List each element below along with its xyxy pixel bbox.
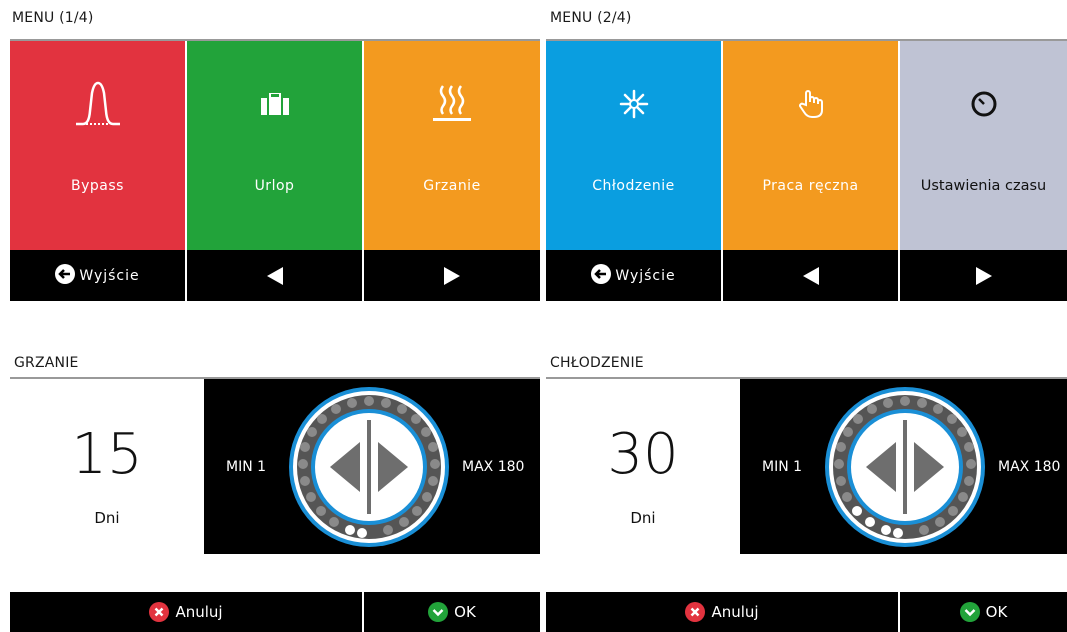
ok-label: OK: [985, 603, 1008, 621]
cancel-label: Anuluj: [175, 603, 223, 621]
heating-icon: [364, 79, 540, 129]
tile-bypass[interactable]: Bypass: [10, 41, 185, 250]
rotary-dial[interactable]: [286, 384, 452, 550]
cancel-icon: [685, 602, 706, 622]
tile-label: Urlop: [254, 178, 295, 194]
tile-label: Bypass: [71, 178, 124, 194]
hand-icon: [723, 79, 898, 129]
exit-label: Wyjście: [79, 267, 140, 284]
exit-icon: [55, 263, 76, 288]
tile-label: Grzanie: [423, 178, 481, 194]
dial-area: MIN 1 MAX 180: [204, 379, 540, 554]
tile-grzanie[interactable]: Grzanie: [364, 41, 540, 250]
arrow-left-icon: [802, 266, 819, 285]
ok-button[interactable]: OK: [900, 592, 1067, 632]
page-title: MENU (2/4): [550, 10, 632, 26]
suitcase-icon: [187, 79, 362, 129]
next-button[interactable]: [900, 250, 1067, 301]
ok-icon: [428, 602, 449, 622]
value-display: 30 Dni: [546, 379, 740, 554]
value-number: 15: [71, 422, 143, 487]
tile-praca-reczna[interactable]: Praca ręczna: [723, 41, 898, 250]
cancel-label: Anuluj: [711, 603, 759, 621]
page-title: MENU (1/4): [12, 10, 94, 26]
tile-chlodzenie[interactable]: Chłodzenie: [546, 41, 721, 250]
page-title: GRZANIE: [14, 355, 79, 371]
clock-icon: [900, 79, 1067, 129]
tile-ustawienia-czasu[interactable]: Ustawienia czasu: [900, 41, 1067, 250]
arrow-left-icon: [266, 266, 283, 285]
prev-button[interactable]: [723, 250, 898, 301]
next-button[interactable]: [364, 250, 540, 301]
exit-button[interactable]: Wyjście: [546, 250, 721, 301]
tile-label: Chłodzenie: [592, 178, 675, 194]
tile-label: Praca ręczna: [762, 178, 859, 194]
arrow-right-icon: [975, 266, 992, 285]
tile-label: Ustawienia czasu: [920, 178, 1047, 194]
max-label: MAX 180: [998, 459, 1061, 475]
exit-button[interactable]: Wyjście: [10, 250, 185, 301]
min-label: MIN 1: [762, 459, 803, 475]
tile-urlop[interactable]: Urlop: [187, 41, 362, 250]
ok-label: OK: [454, 603, 476, 621]
max-label: MAX 180: [462, 459, 525, 475]
value-number: 30: [607, 422, 679, 487]
min-label: MIN 1: [226, 459, 267, 475]
cancel-icon: [149, 602, 170, 622]
value-unit: Dni: [630, 509, 656, 527]
value-display: 15 Dni: [10, 379, 204, 554]
cancel-button[interactable]: Anuluj: [546, 592, 898, 632]
bypass-icon: [10, 79, 185, 129]
dial-area: MIN 1 MAX 180: [740, 379, 1067, 554]
snowflake-icon: [546, 79, 721, 129]
exit-icon: [591, 263, 612, 288]
prev-button[interactable]: [187, 250, 362, 301]
rotary-dial[interactable]: [822, 384, 988, 550]
page-title: CHŁODZENIE: [550, 355, 644, 371]
cancel-button[interactable]: Anuluj: [10, 592, 362, 632]
value-unit: Dni: [94, 509, 120, 527]
exit-label: Wyjście: [615, 267, 676, 284]
arrow-right-icon: [444, 266, 460, 285]
ok-icon: [959, 602, 980, 622]
ok-button[interactable]: OK: [364, 592, 540, 632]
